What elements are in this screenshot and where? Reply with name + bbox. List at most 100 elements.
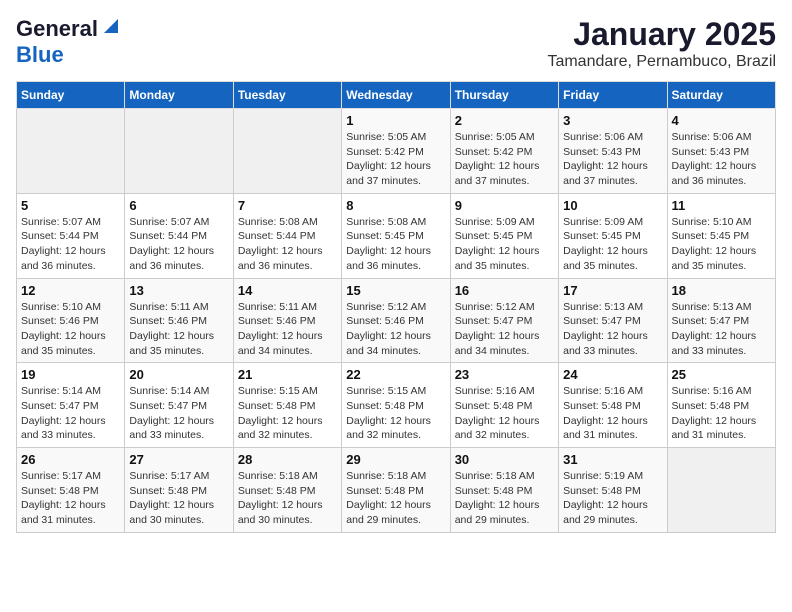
- calendar-cell: 2 Sunrise: 5:05 AMSunset: 5:42 PMDaylight…: [450, 109, 558, 194]
- day-info: Sunrise: 5:09 AMSunset: 5:45 PMDaylight:…: [455, 215, 554, 274]
- day-number: 21: [238, 367, 337, 382]
- day-number: 11: [672, 198, 771, 213]
- day-number: 10: [563, 198, 662, 213]
- calendar-cell: 30 Sunrise: 5:18 AMSunset: 5:48 PMDayligh…: [450, 448, 558, 533]
- calendar-cell: 14 Sunrise: 5:11 AMSunset: 5:46 PMDayligh…: [233, 278, 341, 363]
- day-number: 1: [346, 113, 445, 128]
- day-number: 2: [455, 113, 554, 128]
- calendar-cell: 31Sunrise: 5:19 AMSunset: 5:48 PMDayligh…: [559, 448, 667, 533]
- calendar-cell: 21 Sunrise: 5:15 AMSunset: 5:48 PMDayligh…: [233, 363, 341, 448]
- calendar-cell: 24Sunrise: 5:16 AMSunset: 5:48 PMDayligh…: [559, 363, 667, 448]
- day-number: 22: [346, 367, 445, 382]
- day-info: Sunrise: 5:12 AMSunset: 5:47 PMDaylight:…: [455, 300, 554, 359]
- calendar-cell: 5Sunrise: 5:07 AMSunset: 5:44 PMDaylight…: [17, 193, 125, 278]
- day-info: Sunrise: 5:06 AMSunset: 5:43 PMDaylight:…: [563, 130, 662, 189]
- day-number: 7: [238, 198, 337, 213]
- calendar-cell: 4 Sunrise: 5:06 AMSunset: 5:43 PMDaylight…: [667, 109, 775, 194]
- calendar-cell: 26 Sunrise: 5:17 AMSunset: 5:48 PMDayligh…: [17, 448, 125, 533]
- calendar-cell: [667, 448, 775, 533]
- calendar-cell: 13 Sunrise: 5:11 AMSunset: 5:46 PMDayligh…: [125, 278, 233, 363]
- calendar-cell: [125, 109, 233, 194]
- day-info: Sunrise: 5:18 AMSunset: 5:48 PMDaylight:…: [455, 469, 554, 528]
- weekday-header-row: SundayMondayTuesdayWednesdayThursdayFrid…: [17, 82, 776, 109]
- calendar-cell: 6 Sunrise: 5:07 AMSunset: 5:44 PMDaylight…: [125, 193, 233, 278]
- day-number: 4: [672, 113, 771, 128]
- day-number: 27: [129, 452, 228, 467]
- day-info: Sunrise: 5:15 AMSunset: 5:48 PMDaylight:…: [346, 384, 445, 443]
- calendar-cell: 29 Sunrise: 5:18 AMSunset: 5:48 PMDayligh…: [342, 448, 450, 533]
- day-info: Sunrise: 5:08 AMSunset: 5:44 PMDaylight:…: [238, 215, 337, 274]
- calendar-cell: 15 Sunrise: 5:12 AMSunset: 5:46 PMDayligh…: [342, 278, 450, 363]
- day-number: 24: [563, 367, 662, 382]
- day-number: 26: [21, 452, 120, 467]
- day-info: Sunrise: 5:06 AMSunset: 5:43 PMDaylight:…: [672, 130, 771, 189]
- day-info: Sunrise: 5:11 AMSunset: 5:46 PMDaylight:…: [129, 300, 228, 359]
- calendar-cell: 1 Sunrise: 5:05 AMSunset: 5:42 PMDaylight…: [342, 109, 450, 194]
- weekday-header-saturday: Saturday: [667, 82, 775, 109]
- day-info: Sunrise: 5:13 AMSunset: 5:47 PMDaylight:…: [672, 300, 771, 359]
- calendar-cell: 16 Sunrise: 5:12 AMSunset: 5:47 PMDayligh…: [450, 278, 558, 363]
- page-header: General Blue January 2025 Tamandare, Per…: [16, 16, 776, 71]
- calendar-cell: 19Sunrise: 5:14 AMSunset: 5:47 PMDayligh…: [17, 363, 125, 448]
- logo-blue: Blue: [16, 42, 64, 67]
- weekday-header-friday: Friday: [559, 82, 667, 109]
- day-number: 17: [563, 283, 662, 298]
- day-number: 29: [346, 452, 445, 467]
- day-number: 5: [21, 198, 120, 213]
- calendar-cell: 7 Sunrise: 5:08 AMSunset: 5:44 PMDaylight…: [233, 193, 341, 278]
- calendar-week-row: 5 Sunrise: 5:07 AMSunset: 5:44 PMDaylight…: [17, 193, 776, 278]
- calendar-cell: 12Sunrise: 5:10 AMSunset: 5:46 PMDayligh…: [17, 278, 125, 363]
- calendar-cell: 27 Sunrise: 5:17 AMSunset: 5:48 PMDayligh…: [125, 448, 233, 533]
- day-number: 6: [129, 198, 228, 213]
- calendar-cell: 28 Sunrise: 5:18 AMSunset: 5:48 PMDayligh…: [233, 448, 341, 533]
- day-info: Sunrise: 5:17 AMSunset: 5:48 PMDaylight:…: [21, 469, 120, 528]
- day-number: 14: [238, 283, 337, 298]
- weekday-header-thursday: Thursday: [450, 82, 558, 109]
- calendar-cell: 3 Sunrise: 5:06 AMSunset: 5:43 PMDaylight…: [559, 109, 667, 194]
- day-info: Sunrise: 5:18 AMSunset: 5:48 PMDaylight:…: [238, 469, 337, 528]
- day-number: 23: [455, 367, 554, 382]
- day-number: 16: [455, 283, 554, 298]
- calendar-cell: 10 Sunrise: 5:09 AMSunset: 5:45 PMDayligh…: [559, 193, 667, 278]
- title-block: January 2025 Tamandare, Pernambuco, Braz…: [547, 16, 776, 71]
- day-info: Sunrise: 5:05 AMSunset: 5:42 PMDaylight:…: [455, 130, 554, 189]
- day-info: Sunrise: 5:12 AMSunset: 5:46 PMDaylight:…: [346, 300, 445, 359]
- calendar-cell: 23 Sunrise: 5:16 AMSunset: 5:48 PMDayligh…: [450, 363, 558, 448]
- day-number: 13: [129, 283, 228, 298]
- day-info: Sunrise: 5:07 AMSunset: 5:44 PMDaylight:…: [129, 215, 228, 274]
- calendar-cell: 17Sunrise: 5:13 AMSunset: 5:47 PMDayligh…: [559, 278, 667, 363]
- day-info: Sunrise: 5:17 AMSunset: 5:48 PMDaylight:…: [129, 469, 228, 528]
- day-number: 8: [346, 198, 445, 213]
- calendar-week-row: 1 Sunrise: 5:05 AMSunset: 5:42 PMDaylight…: [17, 109, 776, 194]
- day-info: Sunrise: 5:10 AMSunset: 5:45 PMDaylight:…: [672, 215, 771, 274]
- day-number: 25: [672, 367, 771, 382]
- logo-triangle-icon: [100, 19, 118, 37]
- day-number: 3: [563, 113, 662, 128]
- calendar-cell: 9Sunrise: 5:09 AMSunset: 5:45 PMDaylight…: [450, 193, 558, 278]
- calendar-table: SundayMondayTuesdayWednesdayThursdayFrid…: [16, 81, 776, 533]
- calendar-week-row: 12Sunrise: 5:10 AMSunset: 5:46 PMDayligh…: [17, 278, 776, 363]
- weekday-header-monday: Monday: [125, 82, 233, 109]
- logo: General Blue: [16, 16, 118, 68]
- calendar-cell: [233, 109, 341, 194]
- day-info: Sunrise: 5:18 AMSunset: 5:48 PMDaylight:…: [346, 469, 445, 528]
- day-info: Sunrise: 5:05 AMSunset: 5:42 PMDaylight:…: [346, 130, 445, 189]
- weekday-header-sunday: Sunday: [17, 82, 125, 109]
- calendar-week-row: 26 Sunrise: 5:17 AMSunset: 5:48 PMDayligh…: [17, 448, 776, 533]
- day-info: Sunrise: 5:15 AMSunset: 5:48 PMDaylight:…: [238, 384, 337, 443]
- weekday-header-tuesday: Tuesday: [233, 82, 341, 109]
- day-info: Sunrise: 5:16 AMSunset: 5:48 PMDaylight:…: [672, 384, 771, 443]
- day-info: Sunrise: 5:09 AMSunset: 5:45 PMDaylight:…: [563, 215, 662, 274]
- day-number: 20: [129, 367, 228, 382]
- day-info: Sunrise: 5:08 AMSunset: 5:45 PMDaylight:…: [346, 215, 445, 274]
- day-number: 30: [455, 452, 554, 467]
- day-number: 28: [238, 452, 337, 467]
- calendar-cell: 18Sunrise: 5:13 AMSunset: 5:47 PMDayligh…: [667, 278, 775, 363]
- day-number: 15: [346, 283, 445, 298]
- day-info: Sunrise: 5:11 AMSunset: 5:46 PMDaylight:…: [238, 300, 337, 359]
- calendar-cell: 20Sunrise: 5:14 AMSunset: 5:47 PMDayligh…: [125, 363, 233, 448]
- day-info: Sunrise: 5:16 AMSunset: 5:48 PMDaylight:…: [455, 384, 554, 443]
- calendar-cell: 22 Sunrise: 5:15 AMSunset: 5:48 PMDayligh…: [342, 363, 450, 448]
- location-title: Tamandare, Pernambuco, Brazil: [547, 53, 776, 71]
- calendar-cell: [17, 109, 125, 194]
